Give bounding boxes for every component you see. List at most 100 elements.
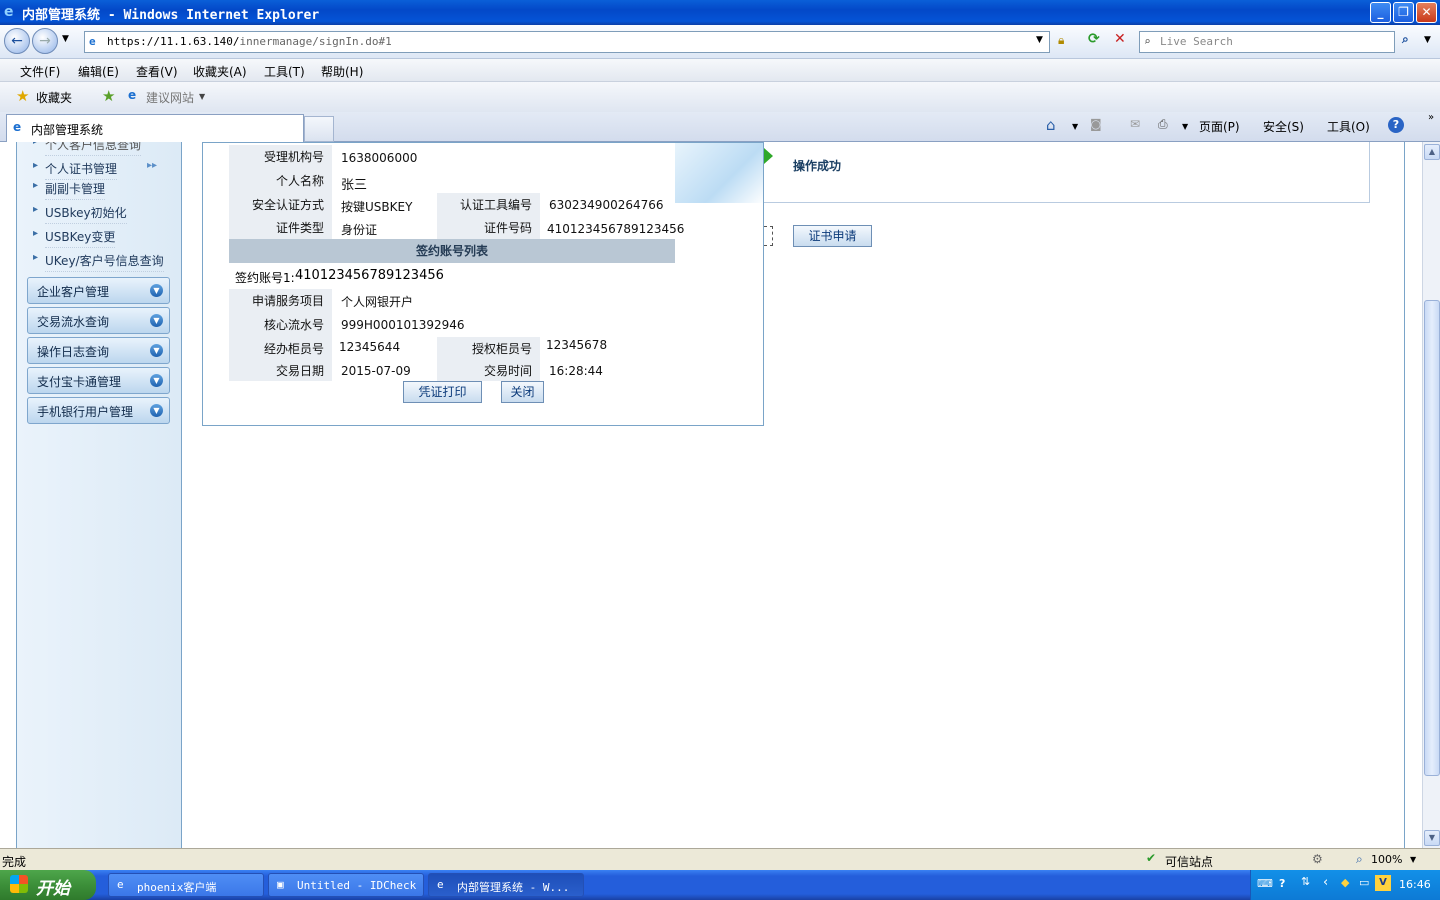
label-name: 个人名称 <box>229 169 332 193</box>
search-go-icon[interactable]: ⌕ <box>1402 32 1409 47</box>
zoom-level[interactable]: 100% <box>1371 853 1402 866</box>
print-dropdown-icon[interactable]: ▼ <box>1182 122 1188 131</box>
refresh-icon[interactable]: ⟳ <box>1088 31 1100 47</box>
app-tray-icon[interactable]: ◆ <box>1341 876 1349 889</box>
address-dropdown-icon[interactable]: ▼ <box>1036 35 1043 45</box>
status-text: 完成 <box>2 855 27 869</box>
value-teller: 12345644 <box>339 340 401 354</box>
forward-button[interactable]: → <box>32 28 58 54</box>
taskbar-item-idcheck[interactable]: ▣ Untitled - IDCheck <box>268 873 424 897</box>
suggest-page-icon: e <box>128 88 137 102</box>
home-icon[interactable]: ⌂ <box>1046 116 1056 134</box>
ie-task-icon: e <box>117 878 124 891</box>
address-input[interactable]: e https://11.1.63.140/innermanage/signIn… <box>84 31 1050 53</box>
sidebar: 个人客户信息查询 个人证书管理 ▸▸ 副副卡管理 USBkey初始化 USBKe… <box>16 142 182 848</box>
result-panel <box>764 142 1370 203</box>
sidebar-item-subcard[interactable]: 副副卡管理 <box>33 180 106 200</box>
page-menu[interactable]: 页面(P) <box>1199 118 1240 135</box>
value-date: 2015-07-09 <box>341 364 411 378</box>
search-input[interactable]: ⌕ Live Search <box>1139 31 1395 53</box>
zoom-dropdown-icon[interactable]: ▼ <box>1410 855 1416 864</box>
home-dropdown-icon[interactable]: ▼ <box>1072 122 1078 131</box>
vertical-scrollbar[interactable]: ▲ ▼ <box>1422 142 1440 848</box>
sidebar-item-ukey-query[interactable]: UKey/客户号信息查询 <box>33 252 164 272</box>
menu-tools[interactable]: 工具(T) <box>264 63 305 80</box>
safety-menu[interactable]: 安全(S) <box>1263 118 1304 135</box>
sidebar-item-usbkey-init[interactable]: USBkey初始化 <box>33 204 127 224</box>
feeds-icon[interactable]: ◙ <box>1090 117 1102 131</box>
value-org: 1638006000 <box>341 151 418 165</box>
suggested-sites-button[interactable]: 建议网站 <box>146 89 194 106</box>
taskbar-item-ie-active[interactable]: e 内部管理系统 - W... <box>428 873 584 897</box>
scroll-up-button[interactable]: ▲ <box>1424 144 1440 160</box>
vc-tray-icon[interactable]: V <box>1375 875 1391 891</box>
app-task-icon: ▣ <box>277 878 284 891</box>
lock-icon[interactable]: 🔒︎ <box>1058 33 1064 48</box>
sidebar-section-transactions[interactable]: 交易流水查询 ▼ <box>27 307 170 334</box>
back-button[interactable]: ← <box>4 28 30 54</box>
url-path: innermanage/signIn.do#1 <box>239 35 392 48</box>
favorites-button[interactable]: 收藏夹 <box>36 89 72 106</box>
value-account: 410123456789123456 <box>295 268 444 283</box>
value-idtype: 身份证 <box>341 223 378 237</box>
sidebar-item-cert-manage[interactable]: 个人证书管理 <box>33 160 118 180</box>
menu-help[interactable]: 帮助(H) <box>321 63 363 80</box>
sidebar-item-usbkey-change[interactable]: USBKey变更 <box>33 228 116 248</box>
menu-file[interactable]: 文件(F) <box>20 63 60 80</box>
new-tab-button[interactable] <box>304 116 334 142</box>
receipt-dialog: 受理机构号 1638006000 个人名称 张三 安全认证方式 按键USBKEY… <box>202 142 764 426</box>
clock: 16:46 <box>1399 878 1431 891</box>
sidebar-section-mobile[interactable]: 手机银行用户管理 ▼ <box>27 397 170 424</box>
help-icon[interactable]: ? <box>1388 117 1404 133</box>
cert-apply-button[interactable]: 证书申请 <box>793 225 872 247</box>
menu-bar: 文件(F) 编辑(E) 查看(V) 收藏夹(A) 工具(T) 帮助(H) <box>0 59 1440 82</box>
tab-main[interactable]: e 内部管理系统 <box>6 114 304 142</box>
minimize-button[interactable]: _ <box>1370 2 1391 23</box>
scroll-down-button[interactable]: ▼ <box>1424 830 1440 846</box>
suggested-dropdown-icon[interactable]: ▼ <box>199 92 205 101</box>
close-window-button[interactable]: ✕ <box>1416 2 1437 23</box>
close-dialog-button[interactable]: 关闭 <box>501 381 544 403</box>
search-options-icon[interactable]: ▼ <box>1424 35 1431 45</box>
result-status: 操作成功 <box>793 159 842 173</box>
add-favorite-icon[interactable]: ★ <box>102 87 115 105</box>
sidebar-item-customer-query[interactable]: 个人客户信息查询 <box>33 142 142 156</box>
monitor-tray-icon[interactable]: ▭ <box>1359 876 1369 889</box>
chevron-down-icon: ▼ <box>150 284 163 297</box>
stop-icon[interactable]: ✕ <box>1114 31 1126 47</box>
print-icon[interactable]: ⎙ <box>1158 117 1168 132</box>
start-button[interactable]: 开始 <box>0 870 96 900</box>
network-icon[interactable]: ⇅ <box>1301 875 1310 888</box>
label-idno: 证件号码 <box>437 217 540 239</box>
history-dropdown-icon[interactable]: ▼ <box>62 34 69 44</box>
mail-icon[interactable]: ✉ <box>1130 117 1140 131</box>
scroll-thumb[interactable] <box>1424 300 1440 776</box>
maximize-button[interactable]: ❐ <box>1393 2 1414 23</box>
sidebar-section-oplog[interactable]: 操作日志查询 ▼ <box>27 337 170 364</box>
help-tray-icon[interactable]: ? <box>1279 877 1285 890</box>
toolbar-overflow-icon[interactable]: » <box>1428 112 1434 123</box>
protected-mode-icon[interactable]: ⚙ <box>1312 852 1323 866</box>
sidebar-section-alipay[interactable]: 支付宝卡通管理 ▼ <box>27 367 170 394</box>
print-receipt-button[interactable]: 凭证打印 <box>403 381 482 403</box>
tray-expand-icon[interactable]: ‹ <box>1323 875 1328 890</box>
value-auth-teller: 12345678 <box>546 338 608 352</box>
tools-menu[interactable]: 工具(O) <box>1327 118 1370 135</box>
keyboard-icon[interactable]: ⌨ <box>1257 877 1273 890</box>
sidebar-section-enterprise[interactable]: 企业客户管理 ▼ <box>27 277 170 304</box>
tab-bar: e 内部管理系统 ⌂ ▼ ◙ ✉ ⎙ ▼ 页面(P) 安全(S) 工具(O) ?… <box>0 112 1440 142</box>
menu-edit[interactable]: 编辑(E) <box>78 63 119 80</box>
window-titlebar[interactable]: e 内部管理系统 - Windows Internet Explorer _ ❐… <box>0 0 1440 25</box>
menu-view[interactable]: 查看(V) <box>136 63 178 80</box>
hidden-button-edge[interactable] <box>764 226 773 246</box>
label-date: 交易日期 <box>229 361 332 381</box>
label-teller: 经办柜员号 <box>229 337 332 361</box>
menu-favorites[interactable]: 收藏夹(A) <box>193 63 247 80</box>
start-label: 开始 <box>36 879 70 899</box>
dialog-decoration <box>675 143 763 203</box>
search-icon: ⌕ <box>1144 35 1151 48</box>
sidebar-section-label: 支付宝卡通管理 <box>37 375 122 389</box>
value-tool: 630234900264766 <box>549 198 664 212</box>
taskbar-item-phoenix[interactable]: e phoenix客户端 <box>108 873 264 897</box>
sidebar-section-label: 交易流水查询 <box>37 315 110 329</box>
